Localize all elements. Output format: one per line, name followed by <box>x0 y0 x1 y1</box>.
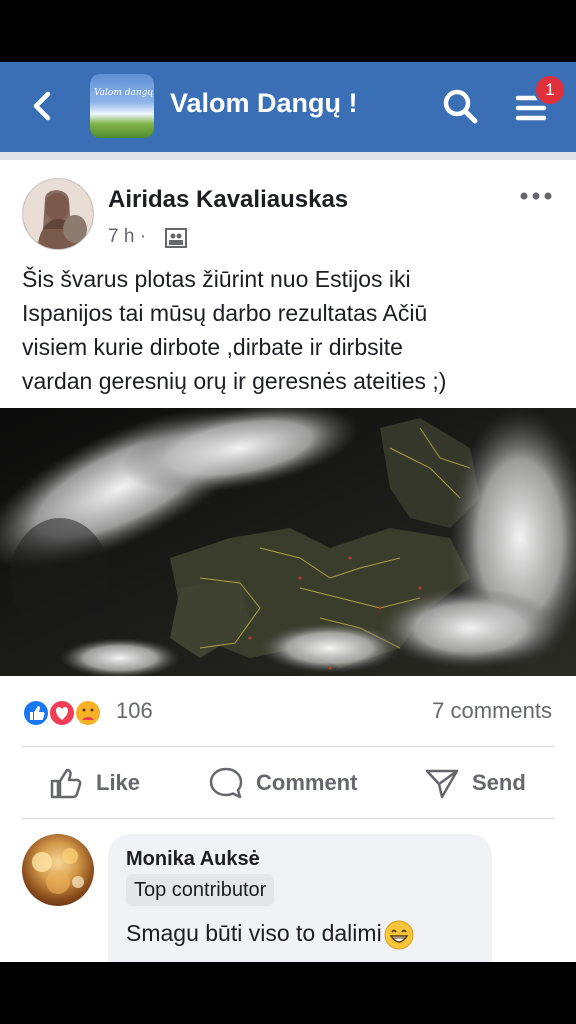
love-reaction-icon <box>48 699 76 727</box>
divider <box>22 746 554 747</box>
search-button[interactable] <box>440 86 480 126</box>
comment-icon <box>209 767 243 799</box>
comments-count[interactable]: 7 comments <box>432 698 552 724</box>
feed-separator <box>0 152 576 160</box>
more-dots-icon <box>520 192 552 200</box>
back-button[interactable] <box>24 86 64 126</box>
divider <box>22 818 554 819</box>
comment-text-body: Smagu būti viso to dalimi <box>126 920 382 947</box>
reaction-count[interactable]: 106 <box>116 698 153 724</box>
post-time[interactable]: 7 h · <box>108 226 146 248</box>
group-cover-thumbnail[interactable]: Valom dangų <box>90 74 154 138</box>
grinning-face-icon <box>384 920 414 950</box>
back-arrow-icon <box>33 91 51 121</box>
group-privacy-icon <box>165 228 187 248</box>
like-button[interactable]: Like <box>48 760 140 806</box>
search-icon <box>443 89 478 124</box>
post-text: Šis švarus plotas žiūrint nuo Estijos ik… <box>22 266 447 394</box>
status-bar-area <box>0 0 576 62</box>
more-options-button[interactable] <box>516 182 556 210</box>
send-label: Send <box>472 770 526 795</box>
like-label: Like <box>96 770 141 795</box>
bottom-black-bar <box>0 962 576 1024</box>
post-photo[interactable] <box>0 408 576 676</box>
avatar-image <box>32 848 84 894</box>
comment-text: Smagu būti viso to dalimi <box>126 920 414 950</box>
like-reaction-icon <box>22 699 50 727</box>
satellite-image <box>0 408 576 676</box>
commenter-name[interactable]: Monika Auksė <box>126 848 260 871</box>
send-icon <box>425 769 459 799</box>
group-title[interactable]: Valom Dangų ! <box>170 88 358 119</box>
group-header: Valom dangų Valom Dangų ! 1 <box>0 62 576 152</box>
thumbnail-caption: Valom dangų <box>94 88 154 98</box>
author-avatar[interactable] <box>22 178 94 250</box>
send-button[interactable]: Send <box>424 760 526 806</box>
commenter-avatar[interactable] <box>22 834 94 906</box>
care-reaction-icon <box>74 699 102 727</box>
author-name[interactable]: Airidas Kavaliauskas <box>108 186 348 214</box>
notification-badge: 1 <box>534 74 566 106</box>
like-icon <box>50 768 82 799</box>
comment-button[interactable]: Comment <box>208 760 357 806</box>
avatar-image <box>23 179 93 249</box>
reactions-summary[interactable] <box>22 698 122 728</box>
top-contributor-badge: Top contributor <box>126 874 275 906</box>
comment-label: Comment <box>256 770 358 795</box>
